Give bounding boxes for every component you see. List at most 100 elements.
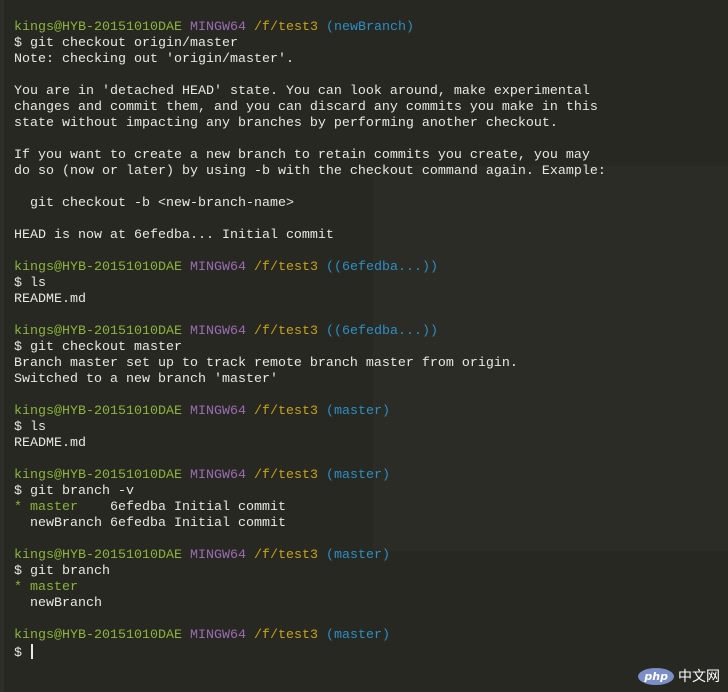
terminal-output[interactable]: kings@HYB-20151010DAE MINGW64 /f/test3 (… <box>14 20 606 661</box>
terminal-line: git checkout -b <new-branch-name> <box>14 196 606 212</box>
terminal-line: kings@HYB-20151010DAE MINGW64 /f/test3 (… <box>14 468 606 484</box>
terminal-line: $ git checkout origin/master <box>14 36 606 52</box>
current-branch: * master <box>14 500 78 515</box>
prompt-branch: (newBranch) <box>317 20 414 35</box>
prompt-user-host: kings@HYB-20151010DAE <box>14 260 182 275</box>
prompt-path: /f/test3 <box>253 260 318 275</box>
prompt-branch: ((6efedba...)) <box>317 260 438 275</box>
output-text: changes and commit them, and you can dis… <box>14 100 598 115</box>
prompt-user-host: kings@HYB-20151010DAE <box>14 468 182 483</box>
terminal-line: $ <box>14 644 606 661</box>
terminal-line: $ git branch <box>14 564 606 580</box>
output-text: You are in 'detached HEAD' state. You ca… <box>14 84 590 99</box>
prompt-system: MINGW64 <box>189 260 246 275</box>
output-text: $ git branch <box>14 564 110 579</box>
prompt-path: /f/test3 <box>253 468 318 483</box>
output-text: newBranch 6efedba Initial commit <box>14 516 286 531</box>
output-text: $ git checkout origin/master <box>14 36 238 51</box>
prompt-system: MINGW64 <box>189 404 246 419</box>
output-text: state without impacting any branches by … <box>14 116 558 131</box>
terminal-line: README.md <box>14 292 606 308</box>
terminal-line: kings@HYB-20151010DAE MINGW64 /f/test3 (… <box>14 324 606 340</box>
output-text: README.md <box>14 436 86 451</box>
output-text: do so (now or later) by using -b with th… <box>14 164 606 179</box>
watermark: php 中文网 <box>638 666 720 686</box>
terminal-line: If you want to create a new branch to re… <box>14 148 606 164</box>
prompt-user-host: kings@HYB-20151010DAE <box>14 20 182 35</box>
output-text: $ ls <box>14 420 46 435</box>
terminal-line: $ ls <box>14 420 606 436</box>
output-text: Switched to a new branch 'master' <box>14 372 278 387</box>
terminal-line: * master 6efedba Initial commit <box>14 500 606 516</box>
terminal-line: kings@HYB-20151010DAE MINGW64 /f/test3 (… <box>14 628 606 644</box>
prompt-system: MINGW64 <box>189 548 246 563</box>
terminal-line: You are in 'detached HEAD' state. You ca… <box>14 84 606 100</box>
output-text: $ <box>14 646 30 661</box>
terminal-line: newBranch <box>14 596 606 612</box>
prompt-path: /f/test3 <box>253 628 318 643</box>
terminal-line: HEAD is now at 6efedba... Initial commit <box>14 228 606 244</box>
prompt-branch: (master) <box>317 628 390 643</box>
output-text: Branch master set up to track remote bra… <box>14 356 518 371</box>
output-text: 6efedba Initial commit <box>78 500 286 515</box>
output-text: $ git checkout master <box>14 340 182 355</box>
terminal-line: newBranch 6efedba Initial commit <box>14 516 606 532</box>
prompt-branch: ((6efedba...)) <box>317 324 438 339</box>
terminal-line: README.md <box>14 436 606 452</box>
terminal-line: kings@HYB-20151010DAE MINGW64 /f/test3 (… <box>14 20 606 36</box>
terminal-line: kings@HYB-20151010DAE MINGW64 /f/test3 (… <box>14 260 606 276</box>
output-text: Note: checking out 'origin/master'. <box>14 52 294 67</box>
terminal-line: $ ls <box>14 276 606 292</box>
php-logo: php <box>638 667 674 685</box>
prompt-branch: (master) <box>317 404 390 419</box>
prompt-user-host: kings@HYB-20151010DAE <box>14 404 182 419</box>
prompt-user-host: kings@HYB-20151010DAE <box>14 324 182 339</box>
prompt-system: MINGW64 <box>189 468 246 483</box>
output-text: $ git branch -v <box>14 484 134 499</box>
prompt-system: MINGW64 <box>189 628 246 643</box>
prompt-path: /f/test3 <box>253 20 318 35</box>
terminal-line: state without impacting any branches by … <box>14 116 606 132</box>
window-edge <box>0 0 4 692</box>
terminal-line: Note: checking out 'origin/master'. <box>14 52 606 68</box>
text-cursor <box>31 644 33 659</box>
output-text: HEAD is now at 6efedba... Initial commit <box>14 228 334 243</box>
watermark-text: 中文网 <box>678 669 720 685</box>
prompt-path: /f/test3 <box>253 404 318 419</box>
prompt-branch: (master) <box>317 548 390 563</box>
terminal-line: $ git checkout master <box>14 340 606 356</box>
output-text: git checkout -b <new-branch-name> <box>14 196 294 211</box>
prompt-user-host: kings@HYB-20151010DAE <box>14 628 182 643</box>
prompt-user-host: kings@HYB-20151010DAE <box>14 548 182 563</box>
prompt-path: /f/test3 <box>253 548 318 563</box>
output-text: If you want to create a new branch to re… <box>14 148 590 163</box>
output-text: README.md <box>14 292 86 307</box>
terminal-line: changes and commit them, and you can dis… <box>14 100 606 116</box>
terminal-line: kings@HYB-20151010DAE MINGW64 /f/test3 (… <box>14 404 606 420</box>
terminal-line: Branch master set up to track remote bra… <box>14 356 606 372</box>
terminal-line: do so (now or later) by using -b with th… <box>14 164 606 180</box>
terminal-line: Switched to a new branch 'master' <box>14 372 606 388</box>
